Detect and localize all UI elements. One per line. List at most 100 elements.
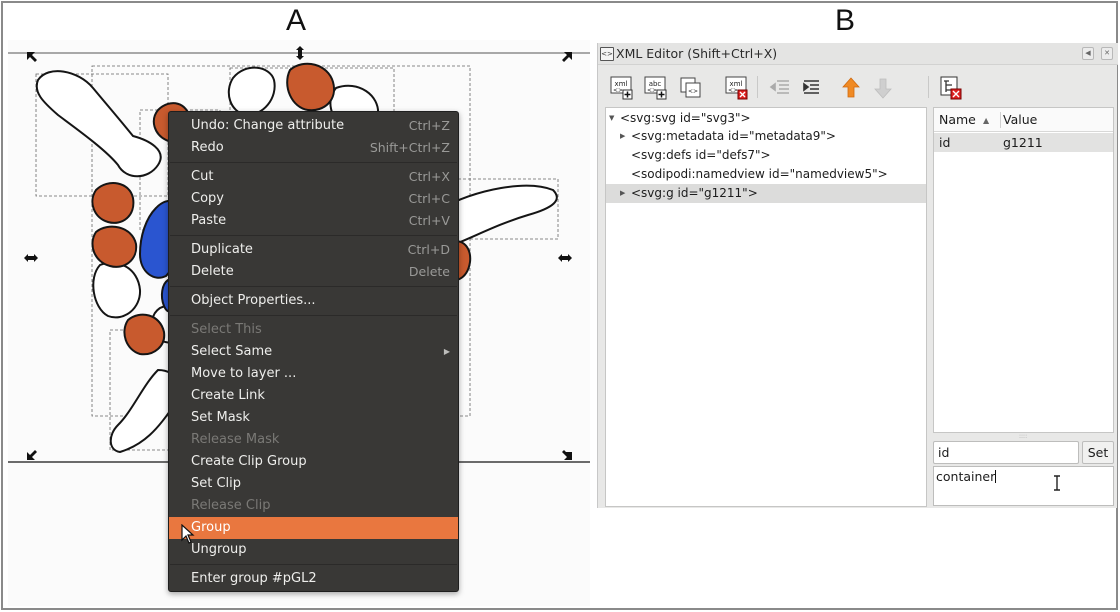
tree-node-label: <svg:defs id="defs7"> [631,148,771,162]
menu-item-group[interactable]: Group [169,517,458,539]
dock-title-bar: <> XML Editor (Shift+Ctrl+X) ◀ ✕ [598,43,1118,65]
expander-icon[interactable]: ▶ [620,184,625,203]
menu-item-label: Paste [191,213,227,228]
menu-item-shortcut: Ctrl+Z [408,118,450,133]
menu-item-shortcut: Ctrl+X [408,169,450,184]
attribute-value: g1211 [1003,135,1043,150]
menu-item-label: Cut [191,169,214,184]
menu-item-label: Select This [191,322,262,337]
orange-bubble [91,182,135,224]
menu-item-ungroup[interactable]: Ungroup [169,539,458,561]
text-cursor-icon [1054,475,1060,491]
scale-handle-icon [562,450,572,460]
unindent-node-icon[interactable] [768,75,792,101]
menu-item-select-this[interactable]: Select This [169,319,458,341]
menu-item-label: Enter group #pGL2 [191,571,317,586]
menu-item-label: Duplicate [191,242,253,257]
tree-node-svg[interactable]: ▼ <svg:svg id="svg3"> [606,109,926,128]
svg-text:<>: <> [728,87,738,94]
menu-item-duplicate[interactable]: Duplicate Ctrl+D [169,239,458,261]
menu-item-move-to-layer[interactable]: Move to layer ... [169,363,458,385]
orange-bubble [286,62,336,112]
duplicate-node-icon[interactable]: <> [679,75,703,101]
menu-item-cut[interactable]: Cut Ctrl+X [169,166,458,188]
orange-bubble [123,313,166,356]
tree-node-defs[interactable]: <svg:defs id="defs7"> [606,146,926,165]
indent-node-icon[interactable] [801,75,825,101]
set-button[interactable]: Set [1082,441,1114,464]
menu-item-label: Delete [191,264,234,279]
column-header-name[interactable]: Name [939,112,976,127]
dock-title: XML Editor (Shift+Ctrl+X) [616,46,778,61]
menu-item-undo[interactable]: Undo: Change attribute Ctrl+Z [169,115,458,137]
menu-item-release-mask[interactable]: Release Mask [169,429,458,451]
scale-handle-icon [27,450,37,460]
attribute-value-text: container [936,469,996,484]
svg-text:<>: <> [647,87,657,94]
menu-item-select-same[interactable]: Select Same ▶ [169,341,458,363]
menu-item-object-properties[interactable]: Object Properties... [169,290,458,312]
tree-node-metadata[interactable]: ▶ <svg:metadata id="metadata9"> [606,127,926,146]
column-divider [1000,112,1001,128]
bubble-shape [227,66,276,117]
raise-node-icon[interactable] [839,75,863,101]
attribute-row[interactable]: id g1211 [934,133,1113,152]
toolbar-separator [757,76,758,98]
panel-label-b: B [835,4,856,37]
menu-item-label: Object Properties... [191,293,316,308]
menu-item-label: Undo: Change attribute [191,118,345,133]
bubble-shape [92,261,142,319]
orange-bubble [91,225,138,268]
menu-item-label: Set Mask [191,410,250,425]
tree-node-namedview[interactable]: <sodipodi:namedview id="namedview5"> [606,165,926,184]
menu-item-label: Release Mask [191,432,280,447]
menu-separator [170,235,457,236]
delete-attribute-icon[interactable] [939,75,963,101]
menu-item-copy[interactable]: Copy Ctrl+C [169,188,458,210]
tree-node-label: <sodipodi:namedview id="namedview5"> [631,167,888,181]
text-caret [995,470,997,483]
close-icon[interactable]: ✕ [1101,47,1113,60]
xml-node-tree[interactable]: ▼ <svg:svg id="svg3"> ▶ <svg:metadata id… [605,107,927,507]
menu-item-set-mask[interactable]: Set Mask [169,407,458,429]
attribute-list[interactable]: Name ▲ Value id g1211 [933,107,1114,433]
lower-node-icon[interactable] [871,75,895,101]
delete-node-icon[interactable]: xml <> [725,75,749,101]
menu-item-label: Release Clip [191,498,271,513]
menu-item-create-link[interactable]: Create Link [169,385,458,407]
xml-editor-icon: <> [600,47,614,61]
menu-item-label: Select Same [191,344,273,359]
new-text-node-icon[interactable]: abc <> [644,75,668,101]
attribute-value-input[interactable]: container [933,466,1114,506]
menu-item-delete[interactable]: Delete Delete [169,261,458,283]
panel-label-a: A [286,4,307,37]
menu-item-redo[interactable]: Redo Shift+Ctrl+Z [169,137,458,159]
menu-item-shortcut: Shift+Ctrl+Z [369,140,450,155]
menu-item-enter-group[interactable]: Enter group #pGL2 [169,568,458,590]
new-element-node-icon[interactable]: xml <> [610,75,634,101]
menu-separator [170,286,457,287]
menu-item-release-clip[interactable]: Release Clip [169,495,458,517]
menu-item-shortcut: Ctrl+C [408,191,450,206]
context-menu: Undo: Change attribute Ctrl+Z Redo Shift+C… [168,111,459,592]
menu-item-create-clip-group[interactable]: Create Clip Group [169,451,458,473]
expander-icon[interactable]: ▼ [609,109,614,128]
finger-shape [35,70,162,178]
menu-separator [170,315,457,316]
iconify-icon[interactable]: ◀ [1082,47,1094,60]
menu-item-paste[interactable]: Paste Ctrl+V [169,210,458,232]
menu-item-shortcut: Ctrl+V [408,213,450,228]
menu-item-set-clip[interactable]: Set Clip [169,473,458,495]
tree-node-group[interactable]: ▶ <svg:g id="g1211"> [606,184,926,203]
column-header-value[interactable]: Value [1003,112,1037,127]
sort-ascending-icon: ▲ [983,116,990,125]
menu-item-label: Copy [191,191,224,206]
menu-item-shortcut: Ctrl+D [407,242,450,257]
pane-splitter[interactable]: :::: [1019,433,1027,440]
attribute-name-input[interactable]: id [933,441,1079,464]
expander-icon[interactable]: ▶ [620,127,625,146]
menu-item-label: Create Clip Group [191,454,307,469]
tree-node-label: <svg:metadata id="metadata9"> [631,129,836,143]
toolbar-separator [928,76,929,98]
menu-separator [170,162,457,163]
